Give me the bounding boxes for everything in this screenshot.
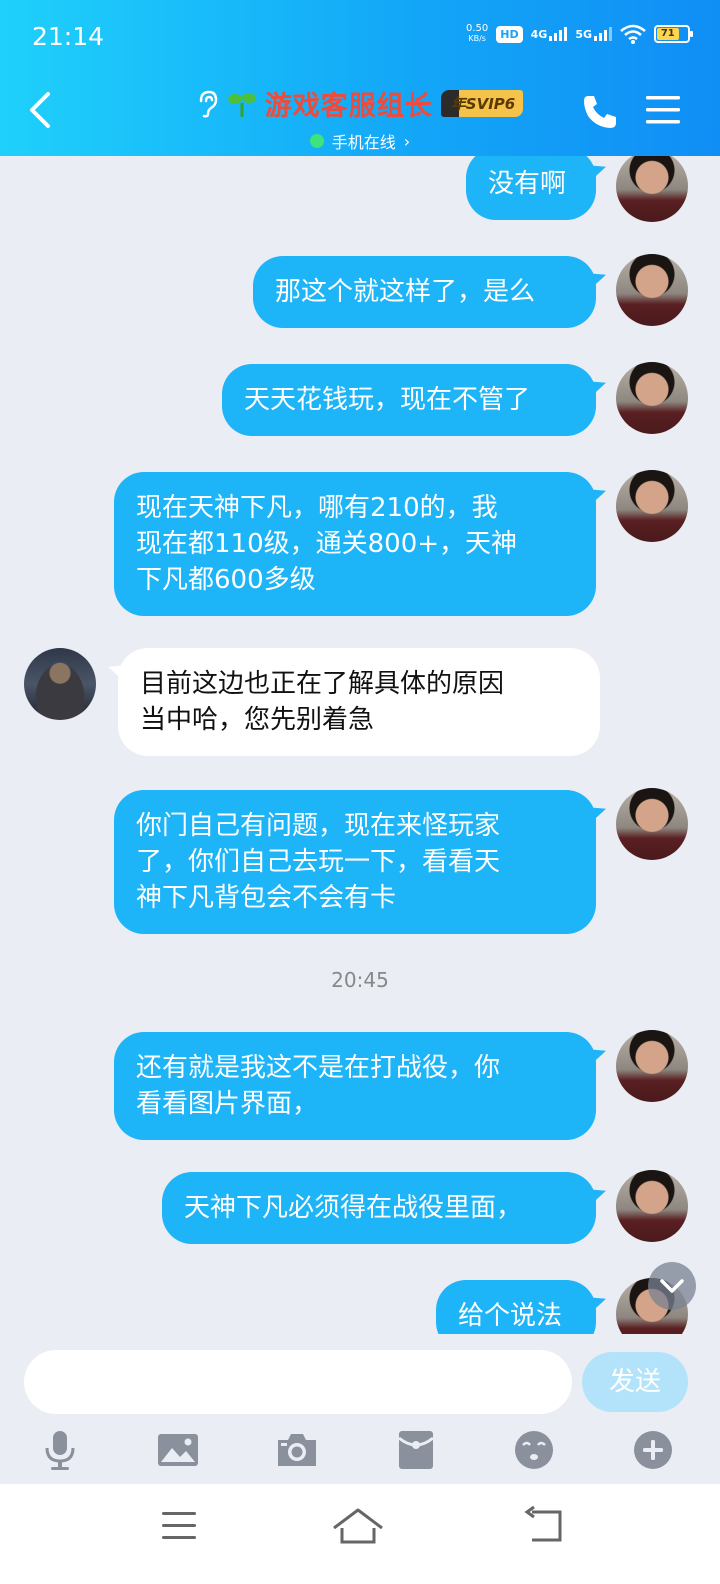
avatar[interactable]	[616, 470, 688, 542]
avatar[interactable]	[616, 254, 688, 326]
chat-title: 游戏客服组长	[264, 91, 433, 122]
emoji-icon[interactable]	[512, 1428, 556, 1472]
input-area: 发送	[0, 1334, 720, 1484]
status-bar: 21:14 0.50 KB/s HD 4G 5G 71	[0, 0, 720, 78]
avatar[interactable]	[616, 1030, 688, 1102]
chevron-right-icon: ›	[403, 131, 411, 151]
scroll-to-bottom-button[interactable]	[648, 1262, 696, 1310]
send-button[interactable]: 发送	[582, 1352, 688, 1412]
phone-icon[interactable]	[580, 92, 620, 132]
input-toolbar	[0, 1428, 720, 1476]
message-bubble-me[interactable]: 那这个就这样了，是么	[253, 256, 596, 328]
online-status[interactable]: 手机在线 ›	[309, 129, 411, 153]
message-list[interactable]: 没有啊 那这个就这样了，是么 天天花钱玩，现在不管了 现在天神下凡，哪有210的…	[0, 156, 720, 1334]
hd-badge: HD	[496, 25, 523, 43]
battery-icon: 71	[654, 25, 693, 43]
message-bubble-me[interactable]: 天天花钱玩，现在不管了	[222, 364, 596, 436]
recent-apps-icon[interactable]	[150, 1504, 210, 1548]
message-bubble-me[interactable]: 现在天神下凡，哪有210的，我 现在都110级，通关800+，天神 下凡都600…	[114, 472, 596, 616]
message-bubble-me[interactable]: 你门自己有问题，现在来怪玩家 了，你们自己去玩一下，看看天 神下凡背包会不会有卡	[114, 790, 596, 934]
chat-header: 21:14 0.50 KB/s HD 4G 5G 71 游戏客服组长 年SVIP…	[0, 0, 720, 156]
message-bubble-me[interactable]: 没有啊	[466, 156, 596, 220]
ear-icon[interactable]	[197, 89, 219, 119]
microphone-icon[interactable]	[38, 1428, 82, 1472]
avatar[interactable]	[616, 362, 688, 434]
svip-badge[interactable]: 年SVIP6	[440, 90, 524, 117]
status-icons: 0.50 KB/s HD 4G 5G 71	[466, 23, 693, 44]
home-icon[interactable]	[328, 1504, 388, 1548]
avatar[interactable]	[24, 648, 96, 720]
back-icon[interactable]	[514, 1504, 574, 1548]
message-bubble-other[interactable]: 目前这边也正在了解具体的原因 当中哈，您先别着急	[118, 648, 600, 756]
message-input[interactable]	[24, 1350, 572, 1414]
message-timestamp: 20:45	[331, 968, 389, 992]
avatar[interactable]	[616, 1170, 688, 1242]
message-bubble-me[interactable]: 给个说法	[436, 1280, 596, 1334]
message-bubble-me[interactable]: 天神下凡必须得在战役里面，	[162, 1172, 596, 1244]
chevron-down-icon	[660, 1279, 684, 1293]
signal-5g-icon: 5G	[575, 27, 612, 41]
message-bubble-me[interactable]: 还有就是我这不是在打战役，你 看看图片界面，	[114, 1032, 596, 1140]
sprout-icon	[227, 92, 256, 117]
signal-4g-icon: 4G	[531, 27, 568, 41]
menu-icon[interactable]	[644, 92, 682, 128]
plus-icon[interactable]	[631, 1428, 675, 1472]
status-time: 21:14	[32, 22, 105, 51]
system-nav-bar	[0, 1484, 720, 1584]
image-icon[interactable]	[156, 1428, 200, 1472]
avatar[interactable]	[616, 788, 688, 860]
online-status-text: 手机在线	[331, 133, 396, 152]
avatar[interactable]	[616, 156, 688, 222]
net-speed: 0.50 KB/s	[466, 23, 489, 44]
online-dot-icon	[309, 134, 324, 148]
red-packet-icon[interactable]	[394, 1428, 438, 1472]
camera-icon[interactable]	[275, 1428, 319, 1472]
wifi-icon	[620, 24, 646, 44]
